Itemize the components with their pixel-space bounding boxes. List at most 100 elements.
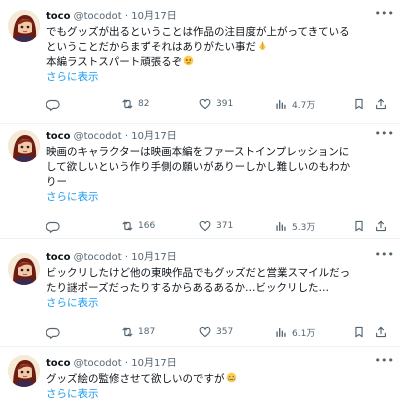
- retweet-count: 187: [138, 327, 156, 337]
- tweet-line: たり謎ポーズだったりするからあるあるか…ビックリした…: [46, 282, 329, 294]
- retweet-button[interactable]: 187: [120, 324, 155, 340]
- author-name[interactable]: toco: [46, 131, 70, 142]
- retweet-icon: [122, 327, 133, 337]
- bookmark-button[interactable]: [352, 96, 366, 112]
- share-button[interactable]: [374, 218, 388, 234]
- bookmark-icon: [355, 326, 363, 338]
- like-count: 357: [216, 327, 234, 337]
- reply-button[interactable]: [46, 96, 64, 112]
- more-dots-icon[interactable]: •••: [375, 8, 394, 20]
- tweet-1[interactable]: toco @tocodot · 10月17日 ••• でもグッズが出るということ…: [0, 0, 400, 124]
- share-button[interactable]: [374, 324, 388, 340]
- retweet-count: 166: [138, 221, 156, 231]
- tweet-line: りー: [46, 176, 67, 188]
- tweet-2[interactable]: toco @tocodot · 10月17日 ••• 映画のキャラクターは映画本…: [0, 124, 400, 239]
- author-handle[interactable]: @tocodot: [74, 252, 122, 263]
- avatar[interactable]: [8, 10, 40, 42]
- tweet-3[interactable]: toco @tocodot · 10月17日 ••• ビックリしたけど他の東映作…: [0, 239, 400, 347]
- heart-icon: [199, 326, 211, 338]
- crying-face-emoji-icon: [226, 372, 236, 383]
- retweet-button[interactable]: 82: [120, 96, 149, 112]
- avatar[interactable]: [8, 355, 40, 387]
- views-count: 4.7万: [292, 100, 316, 111]
- views-button[interactable]: 4.7万: [274, 96, 315, 112]
- tweet-header: toco @tocodot · 10月17日: [46, 356, 390, 372]
- share-icon: [376, 98, 386, 110]
- views-bar-icon: [276, 99, 286, 110]
- tweet-header: toco @tocodot · 10月17日: [46, 9, 390, 25]
- action-bar: 187 357 6.1万: [46, 324, 390, 340]
- reply-button[interactable]: [46, 324, 64, 340]
- views-button[interactable]: 5.3万: [274, 218, 315, 234]
- reply-icon: [46, 221, 60, 233]
- share-icon: [376, 220, 386, 232]
- more-dots-icon[interactable]: •••: [375, 128, 394, 140]
- tweet-date[interactable]: 10月17日: [131, 358, 176, 369]
- tweet-line: 映画のキャラクターは映画本編をファーストインプレッションに: [46, 146, 350, 158]
- tweet-4[interactable]: toco @tocodot · 10月17日 ••• グッズ絵の監修させて欲しい…: [0, 347, 400, 412]
- bookmark-icon: [355, 220, 363, 232]
- more-dots-icon[interactable]: •••: [375, 249, 394, 261]
- tweet-line: グッズ絵の監修させて欲しいのですが: [46, 372, 390, 387]
- author-handle[interactable]: @tocodot: [74, 358, 122, 369]
- reply-button[interactable]: [46, 218, 64, 234]
- tweet-line: でもグッズが出るということは作品の注目度が上がってきている: [46, 26, 350, 38]
- share-icon: [376, 326, 386, 338]
- retweet-icon: [122, 99, 133, 109]
- like-button[interactable]: 391: [198, 96, 233, 112]
- views-count: 6.1万: [292, 328, 316, 339]
- tweet-line: ということだからまずそれはありがたい事だ: [46, 40, 390, 55]
- separator: ·: [124, 252, 129, 263]
- like-count: 391: [216, 99, 234, 109]
- separator: ·: [124, 358, 129, 369]
- tweet-line: 本編ラストスパート頑張るぞ: [46, 55, 390, 70]
- author-name[interactable]: toco: [46, 252, 70, 263]
- retweet-count: 82: [138, 99, 150, 109]
- author-name[interactable]: toco: [46, 358, 70, 369]
- action-bar: 166 371 5.3万: [46, 218, 390, 234]
- avatar[interactable]: [8, 130, 40, 162]
- tweet-text: ビックリしたけど他の東映作品でもグッズだと営業スマイルだっ たり謎ポーズだったり…: [46, 266, 390, 311]
- views-bar-icon: [276, 221, 286, 232]
- tweet-date[interactable]: 10月17日: [131, 11, 176, 22]
- tweet-line: して欲しいという作り手側の願いがありーしかし難しいのもわか: [46, 161, 351, 173]
- like-count: 371: [216, 221, 234, 231]
- tweet-header: toco @tocodot · 10月17日: [46, 129, 390, 145]
- share-button[interactable]: [374, 96, 388, 112]
- separator: ·: [124, 11, 129, 22]
- retweet-icon: [122, 221, 133, 231]
- show-more-link[interactable]: さらに表示: [46, 387, 390, 402]
- show-more-link[interactable]: さらに表示: [46, 70, 390, 85]
- reply-icon: [46, 99, 60, 111]
- bookmark-button[interactable]: [352, 324, 366, 340]
- separator: ·: [124, 131, 129, 142]
- show-more-link[interactable]: さらに表示: [46, 190, 390, 205]
- author-handle[interactable]: @tocodot: [74, 11, 122, 22]
- heart-icon: [199, 220, 211, 232]
- bookmark-icon: [355, 98, 363, 110]
- more-dots-icon[interactable]: •••: [375, 355, 394, 367]
- tweet-line: ビックリしたけど他の東映作品でもグッズだと営業スマイルだっ: [46, 267, 351, 279]
- like-button[interactable]: 371: [198, 218, 233, 234]
- author-handle[interactable]: @tocodot: [74, 131, 122, 142]
- like-button[interactable]: 357: [198, 324, 233, 340]
- author-name[interactable]: toco: [46, 11, 70, 22]
- determined-face-emoji-icon: [183, 55, 194, 66]
- views-bar-icon: [276, 327, 286, 338]
- bookmark-button[interactable]: [352, 218, 366, 234]
- show-more-link[interactable]: さらに表示: [46, 296, 390, 311]
- heart-icon: [199, 98, 211, 110]
- views-button[interactable]: 6.1万: [274, 324, 315, 340]
- tweet-text: でもグッズが出るということは作品の注目度が上がってきている ということだからまず…: [46, 25, 390, 85]
- action-bar: 82 391 4.7万: [46, 96, 390, 112]
- tweet-text: グッズ絵の監修させて欲しいのですが さらに表示: [46, 372, 390, 402]
- avatar[interactable]: [8, 253, 40, 285]
- views-count: 5.3万: [292, 222, 316, 233]
- tweet-header: toco @tocodot · 10月17日: [46, 250, 390, 266]
- retweet-button[interactable]: 166: [120, 218, 155, 234]
- reply-icon: [46, 327, 60, 339]
- tweet-text: 映画のキャラクターは映画本編をファーストインプレッションに して欲しいという作り…: [46, 145, 390, 205]
- tweet-date[interactable]: 10月17日: [131, 252, 176, 263]
- folded-hands-emoji-icon: [259, 41, 266, 50]
- tweet-date[interactable]: 10月17日: [131, 131, 176, 142]
